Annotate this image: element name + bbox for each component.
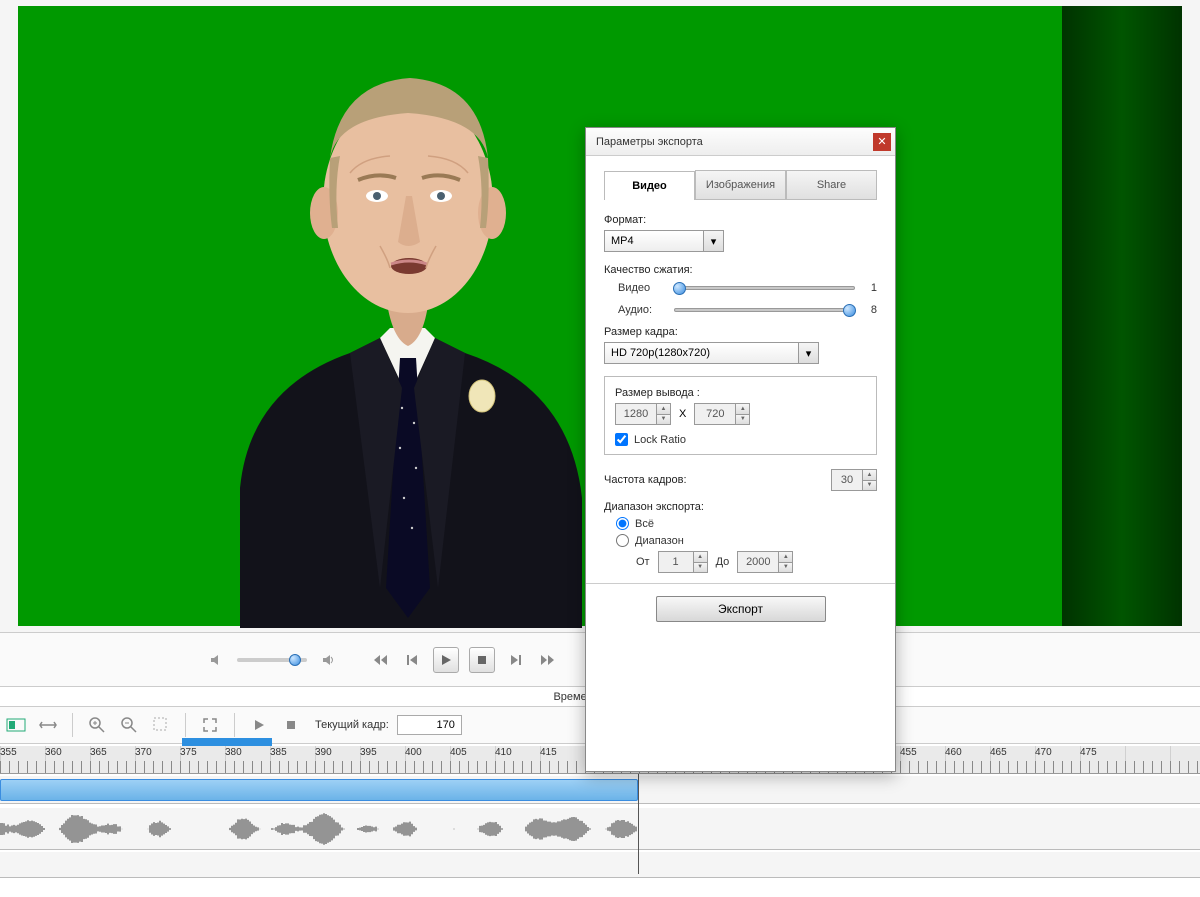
video-quality-label: Видео bbox=[618, 282, 666, 294]
fit-width-icon[interactable] bbox=[36, 713, 60, 737]
format-select[interactable]: MP4 ▾ bbox=[604, 230, 724, 252]
fps-label: Частота кадров: bbox=[604, 474, 687, 486]
export-button[interactable]: Экспорт bbox=[656, 596, 826, 622]
display-mode-icon[interactable] bbox=[4, 713, 28, 737]
play-button[interactable] bbox=[433, 647, 459, 673]
tab-video[interactable]: Видео bbox=[604, 171, 695, 200]
chevron-down-icon: ▾ bbox=[703, 231, 723, 251]
next-frame-button[interactable] bbox=[505, 649, 527, 671]
range-from-label: От bbox=[636, 556, 650, 568]
timeline-play-icon[interactable] bbox=[247, 713, 271, 737]
fast-forward-button[interactable] bbox=[537, 649, 559, 671]
video-quality-value: 1 bbox=[863, 282, 877, 294]
output-x-label: X bbox=[679, 408, 686, 420]
output-width-input[interactable] bbox=[616, 408, 656, 420]
audio-quality-value: 8 bbox=[863, 304, 877, 316]
output-height-spinner[interactable]: ▲▼ bbox=[694, 403, 750, 425]
close-icon[interactable]: ✕ bbox=[873, 133, 891, 151]
dialog-titlebar[interactable]: Параметры экспорта ✕ bbox=[586, 128, 895, 156]
range-to-spinner[interactable]: ▲▼ bbox=[737, 551, 793, 573]
playhead-marker[interactable] bbox=[182, 738, 272, 746]
video-track[interactable] bbox=[0, 776, 1200, 804]
range-from-input[interactable] bbox=[659, 556, 693, 568]
empty-track[interactable] bbox=[0, 852, 1200, 878]
fps-spinner[interactable]: ▲▼ bbox=[831, 469, 877, 491]
volume-slider[interactable] bbox=[237, 658, 307, 662]
format-value: MP4 bbox=[611, 235, 634, 247]
current-frame-input[interactable] bbox=[397, 715, 462, 735]
prev-frame-button[interactable] bbox=[401, 649, 423, 671]
frame-size-label: Размер кадра: bbox=[604, 326, 877, 338]
rewind-button[interactable] bbox=[369, 649, 391, 671]
range-all-radio[interactable] bbox=[616, 517, 629, 530]
video-clip[interactable] bbox=[0, 779, 638, 801]
video-quality-slider[interactable] bbox=[674, 286, 855, 290]
fullscreen-icon[interactable] bbox=[198, 713, 222, 737]
dialog-title: Параметры экспорта bbox=[596, 136, 703, 148]
range-to-label: До bbox=[716, 556, 730, 568]
playhead-line bbox=[638, 774, 639, 874]
range-all-label: Всё bbox=[635, 518, 654, 530]
lock-ratio-checkbox[interactable] bbox=[615, 433, 628, 446]
current-frame-label: Текущий кадр: bbox=[315, 719, 389, 731]
dialog-tabs: Видео Изображения Share bbox=[604, 170, 877, 200]
volume-icon[interactable] bbox=[317, 649, 339, 671]
lock-ratio-label: Lock Ratio bbox=[634, 434, 686, 446]
timeline-stop-icon[interactable] bbox=[279, 713, 303, 737]
video-subject-person bbox=[230, 28, 585, 628]
format-label: Формат: bbox=[604, 214, 877, 226]
chevron-down-icon: ▾ bbox=[798, 343, 818, 363]
output-size-group: Размер вывода : ▲▼ X ▲▼ Lock Ratio bbox=[604, 376, 877, 455]
audio-track[interactable] bbox=[0, 808, 1200, 850]
range-from-spinner[interactable]: ▲▼ bbox=[658, 551, 708, 573]
tab-share[interactable]: Share bbox=[786, 170, 877, 199]
frame-size-value: HD 720p(1280x720) bbox=[611, 347, 710, 359]
zoom-in-icon[interactable] bbox=[85, 713, 109, 737]
range-range-radio[interactable] bbox=[616, 534, 629, 547]
range-to-input[interactable] bbox=[738, 556, 778, 568]
range-range-row[interactable]: Диапазон bbox=[616, 534, 877, 547]
range-all-row[interactable]: Всё bbox=[616, 517, 877, 530]
stop-button[interactable] bbox=[469, 647, 495, 673]
frame-size-select[interactable]: HD 720p(1280x720) ▾ bbox=[604, 342, 819, 364]
zoom-selection-icon[interactable] bbox=[149, 713, 173, 737]
fps-input[interactable] bbox=[832, 474, 862, 486]
zoom-out-icon[interactable] bbox=[117, 713, 141, 737]
range-range-label: Диапазон bbox=[635, 535, 684, 547]
compression-label: Качество сжатия: bbox=[604, 264, 877, 276]
waveform-icon bbox=[0, 810, 638, 848]
volume-mute-icon[interactable] bbox=[205, 649, 227, 671]
preview-right-strip bbox=[1062, 6, 1182, 626]
export-dialog: Параметры экспорта ✕ Видео Изображения S… bbox=[585, 127, 896, 772]
output-height-input[interactable] bbox=[695, 408, 735, 420]
output-size-label: Размер вывода : bbox=[615, 387, 866, 399]
lock-ratio-row[interactable]: Lock Ratio bbox=[615, 433, 866, 446]
audio-quality-slider[interactable] bbox=[674, 308, 855, 312]
output-width-spinner[interactable]: ▲▼ bbox=[615, 403, 671, 425]
export-range-label: Диапазон экспорта: bbox=[604, 501, 877, 513]
audio-clip[interactable] bbox=[0, 810, 638, 848]
audio-quality-label: Аудио: bbox=[618, 304, 666, 316]
tab-image[interactable]: Изображения bbox=[695, 170, 786, 199]
